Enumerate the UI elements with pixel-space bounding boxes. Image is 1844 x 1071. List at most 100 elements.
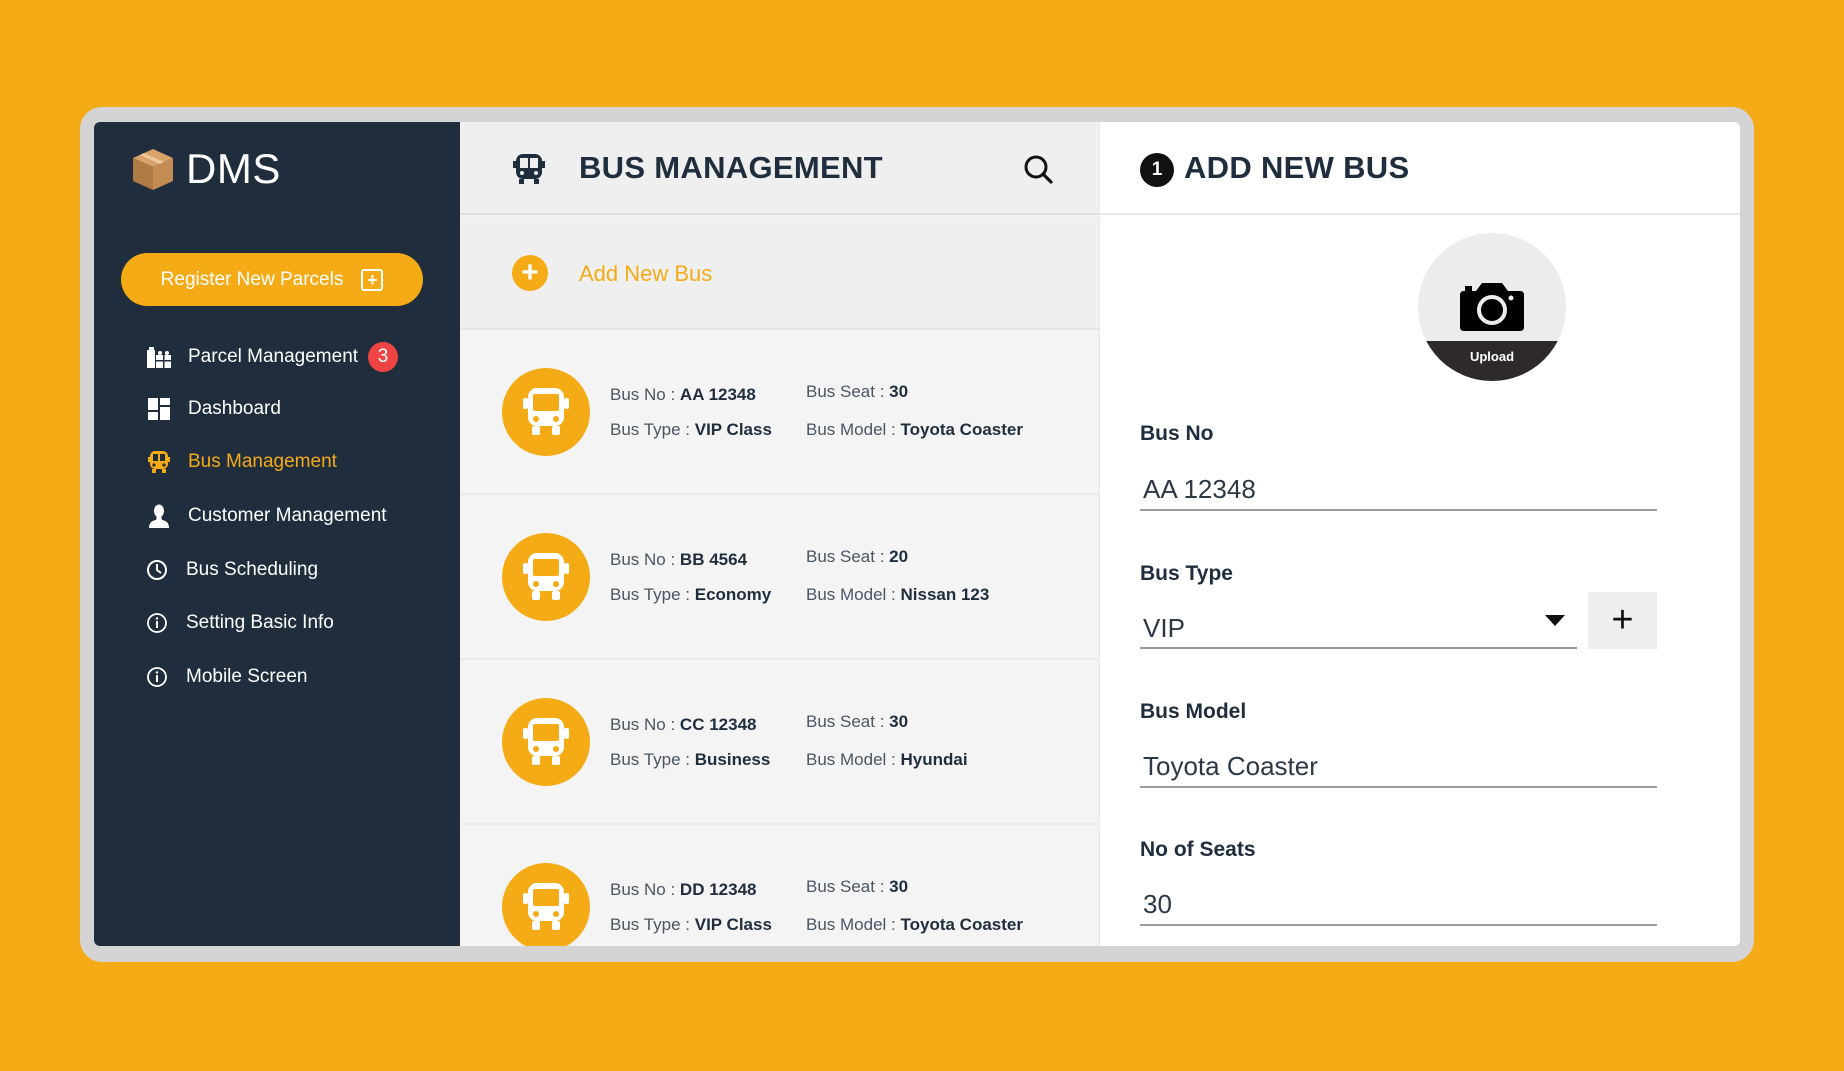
field-label: Bus Model :	[806, 750, 901, 769]
field-label: Bus No :	[610, 385, 680, 404]
parcel-icon	[146, 344, 172, 370]
sidebar-item-label: Parcel Management	[188, 346, 359, 367]
panel-header: BUS MANAGEMENT	[460, 122, 1099, 215]
sidebar-item-label: Dashboard	[188, 398, 281, 419]
bus-no-label: Bus No	[1140, 422, 1214, 445]
field-label: Bus No :	[610, 880, 680, 899]
bus-avatar-icon	[502, 368, 590, 456]
bus-avatar-icon	[502, 863, 590, 946]
add-new-bus-button[interactable]: + Add New Bus	[460, 217, 1099, 330]
sidebar-item-bus-management[interactable]: Bus Management	[146, 445, 337, 479]
field-value: BB 4564	[679, 550, 748, 569]
bus-model-label: Bus Model	[1140, 700, 1247, 723]
sidebar: DMS Register New Parcels + Parcel Manage…	[94, 122, 460, 946]
search-icon[interactable]	[1022, 153, 1054, 185]
bus-model: Bus Model : Toyota Coaster	[806, 420, 1023, 440]
sidebar-item-customer-management[interactable]: Customer Management	[146, 499, 387, 533]
step-number-badge: 1	[1140, 153, 1174, 187]
field-label: Bus Type :	[610, 420, 695, 439]
upload-photo-button[interactable]: Upload	[1418, 233, 1566, 381]
bus-avatar-icon	[502, 698, 590, 786]
add-new-bus-label: Add New Bus	[579, 261, 713, 286]
bus-list-item[interactable]: Bus No : CC 12348 Bus Type : Business Bu…	[460, 660, 1099, 825]
form-title: ADD NEW BUS	[1184, 150, 1410, 185]
bus-no-input[interactable]	[1140, 469, 1657, 511]
sidebar-item-setting-basic-info[interactable]: Setting Basic Info	[144, 606, 334, 640]
bus-seat: Bus Seat : 30	[806, 382, 908, 402]
user-icon	[146, 503, 172, 529]
register-button-label: Register New Parcels	[160, 268, 344, 290]
field-label: Bus Model :	[806, 585, 901, 604]
field-label: Bus Model :	[806, 420, 901, 439]
bus-type: Bus Type : Economy	[610, 585, 771, 605]
camera-icon	[1460, 283, 1524, 331]
no-of-seats-label: No of Seats	[1140, 838, 1256, 861]
info-icon	[144, 610, 170, 636]
field-value: Toyota Coaster	[900, 915, 1024, 934]
sidebar-item-label: Customer Management	[188, 505, 387, 526]
sidebar-item-label: Mobile Screen	[186, 666, 308, 687]
sidebar-item-mobile-screen[interactable]: Mobile Screen	[144, 660, 307, 694]
bus-list: Bus No : AA 12348 Bus Type : VIP Class B…	[460, 330, 1099, 946]
bus-no: Bus No : BB 4564	[610, 550, 747, 570]
bus-icon	[513, 154, 545, 184]
bus-type-select[interactable]: VIP	[1140, 607, 1577, 649]
sidebar-item-dashboard[interactable]: Dashboard	[146, 392, 281, 426]
add-new-bus-form: 1 ADD NEW BUS Upload Bus No Bus Type VIP…	[1100, 122, 1740, 946]
bus-model: Bus Model : Toyota Coaster	[806, 915, 1023, 935]
bus-seat: Bus Seat : 30	[806, 877, 908, 897]
field-label: Bus Seat :	[806, 382, 890, 401]
panel-title: BUS MANAGEMENT	[579, 150, 883, 185]
field-label: Bus Model :	[806, 915, 901, 934]
notification-badge: 3	[368, 342, 399, 372]
sidebar-item-bus-scheduling[interactable]: Bus Scheduling	[144, 553, 318, 587]
logo[interactable]: DMS	[130, 145, 281, 192]
sidebar-item-label: Bus Management	[188, 451, 337, 472]
field-label: Bus Seat :	[806, 712, 890, 731]
field-label: Bus Seat :	[806, 547, 890, 566]
bus-list-item[interactable]: Bus No : DD 12348 Bus Type : VIP Class B…	[460, 825, 1099, 946]
field-value: Toyota Coaster	[900, 420, 1024, 439]
field-value: 30	[889, 382, 909, 401]
field-label: Bus Type :	[610, 585, 695, 604]
bus-avatar-icon	[502, 533, 590, 621]
bus-model-input[interactable]	[1140, 746, 1657, 788]
field-value: DD 12348	[679, 880, 757, 899]
bus-type-label: Bus Type	[1140, 562, 1233, 585]
field-value: CC 12348	[679, 715, 757, 734]
bus-model: Bus Model : Nissan 123	[806, 585, 989, 605]
register-new-parcels-button[interactable]: Register New Parcels +	[121, 253, 423, 306]
no-of-seats-input[interactable]	[1140, 884, 1657, 926]
field-value: Business	[694, 750, 771, 769]
field-value: Hyundai	[900, 750, 968, 769]
field-value: VIP Class	[694, 915, 772, 934]
field-value: VIP Class	[694, 420, 772, 439]
bus-seat: Bus Seat : 30	[806, 712, 908, 732]
bus-seat: Bus Seat : 20	[806, 547, 908, 567]
bus-list-item[interactable]: Bus No : BB 4564 Bus Type : Economy Bus …	[460, 495, 1099, 660]
bus-type: Bus Type : VIP Class	[610, 915, 772, 935]
sidebar-item-label: Setting Basic Info	[186, 612, 334, 633]
bus-model: Bus Model : Hyundai	[806, 750, 968, 770]
field-label: Bus Type :	[610, 750, 695, 769]
sidebar-item-parcel-management[interactable]: Parcel Management 3	[146, 340, 399, 374]
field-label: Bus No :	[610, 550, 680, 569]
field-label: Bus No :	[610, 715, 680, 734]
logo-text: DMS	[186, 145, 281, 192]
bus-no: Bus No : DD 12348	[610, 880, 756, 900]
plus-square-icon: +	[361, 268, 384, 291]
info-icon	[144, 664, 170, 690]
field-value: 20	[889, 547, 909, 566]
bus-list-item[interactable]: Bus No : AA 12348 Bus Type : VIP Class B…	[460, 330, 1099, 495]
field-value: Nissan 123	[900, 585, 990, 604]
field-value: AA 12348	[679, 385, 756, 404]
field-value: 30	[889, 712, 909, 731]
dashboard-icon	[146, 396, 172, 422]
bus-type-selected-value: VIP	[1143, 613, 1185, 643]
bus-management-panel: BUS MANAGEMENT + Add New Bus Bus No : AA…	[460, 122, 1100, 946]
bus-icon	[146, 449, 172, 475]
upload-label: Upload	[1418, 341, 1566, 381]
add-bus-type-button[interactable]: +	[1588, 592, 1657, 649]
bus-no: Bus No : AA 12348	[610, 385, 756, 405]
field-label: Bus Type :	[610, 915, 695, 934]
